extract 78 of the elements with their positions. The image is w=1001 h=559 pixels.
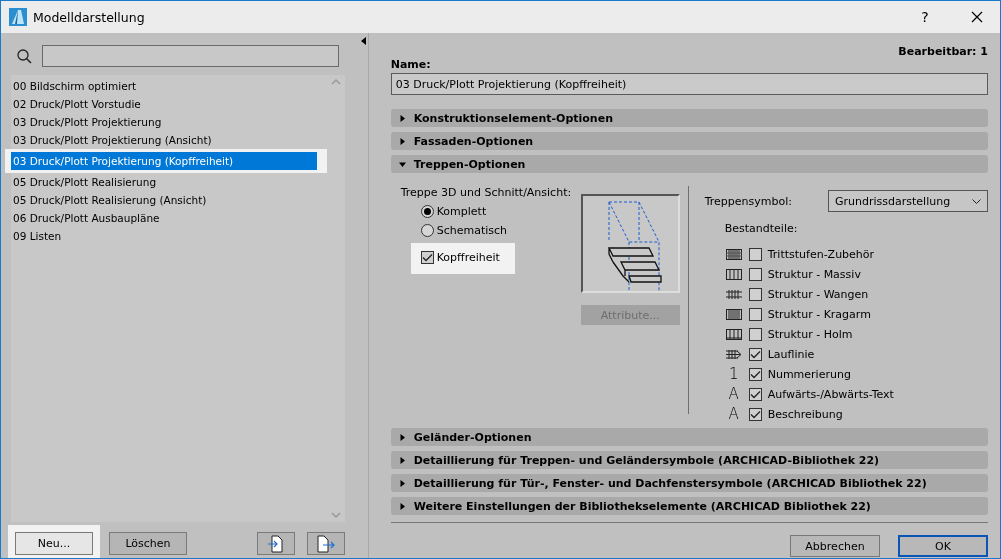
hatch-pattern-icon [725, 268, 742, 280]
checkbox[interactable] [748, 407, 762, 421]
hatch-pattern-icon [725, 248, 742, 260]
checkbox[interactable] [748, 287, 762, 301]
radio-button[interactable] [420, 205, 434, 218]
symbol-glyph: 1 [728, 367, 739, 381]
dialog-button[interactable]: OK [898, 535, 988, 557]
expand-arrow-icon [398, 502, 406, 510]
list-item[interactable]: 05 Druck/Plott Realisierung [11, 173, 323, 191]
expand-arrow-icon [398, 433, 406, 441]
checkbox-label: Kopffreiheit [436, 251, 500, 264]
list-item[interactable]: 02 Druck/Plott Vorstudie [11, 95, 323, 113]
name-label: Name: [390, 58, 432, 71]
section-header[interactable]: Detaillierung für Treppen- und Geländersymbole (ARCHICAD-Bibliothek 22) [390, 451, 988, 469]
checkbox[interactable] [748, 387, 762, 401]
symbol-glyph: A [728, 387, 739, 401]
components-label: Bestandteile: [724, 222, 799, 235]
list-item[interactable]: 03 Druck/Plott Projektierung [11, 113, 323, 131]
list-item[interactable]: 03 Druck/Plott Projektierung (Ansicht) [11, 131, 323, 149]
checkbox[interactable] [748, 307, 762, 321]
checkbox-label: Struktur - Holm [767, 327, 853, 341]
search-field[interactable] [42, 45, 339, 67]
checkbox[interactable] [748, 267, 762, 281]
name-field[interactable]: 03 Druck/Plott Projektierung (Kopffreiheit) [390, 73, 988, 95]
list-item[interactable]: 05 Druck/Plott Realisierung (Ansicht) [11, 191, 323, 209]
checkbox-label: Nummerierung [767, 367, 851, 381]
stair-3d-heading: Treppe 3D und Schnitt/Ansicht: [400, 186, 573, 199]
list-item[interactable]: 09 Listen [11, 227, 323, 245]
checkbox-label: Trittstufen-Zubehör [767, 247, 875, 261]
close-icon [971, 11, 983, 23]
expand-arrow-icon [398, 137, 406, 145]
radio-button[interactable] [420, 224, 434, 237]
checkbox[interactable] [748, 367, 762, 381]
checkbox-label: Lauflinie [767, 347, 815, 361]
section-header[interactable]: Fassaden-Optionen [390, 132, 988, 150]
radio-label: Schematisch [436, 224, 508, 237]
search-icon [17, 48, 32, 64]
hatch-pattern-icon [725, 288, 742, 300]
collapse-arrow-icon [398, 160, 406, 168]
expand-arrow-icon [398, 479, 406, 487]
window-title: Modelldarstellung [33, 9, 146, 25]
import-file-icon [267, 534, 284, 553]
export-button[interactable] [306, 532, 345, 555]
checkbox[interactable] [420, 251, 434, 264]
chevron-down-icon [972, 198, 981, 204]
list-item[interactable]: 00 Bildschirm optimiert [11, 77, 323, 95]
hatch-pattern-icon [725, 328, 742, 340]
section-header[interactable]: Konstruktionselement-Optionen [390, 109, 988, 127]
checkbox[interactable] [748, 347, 762, 361]
checkbox-label: Beschreibung [767, 407, 843, 421]
checkbox[interactable] [748, 247, 762, 261]
section-header[interactable]: Weitere Einstellungen der Bibliothekselemente (ARCHICAD Bibliothek 22) [390, 497, 988, 515]
help-button[interactable]: ? [902, 1, 948, 33]
stair-symbol-label: Treppensymbol: [704, 194, 792, 208]
import-button[interactable] [256, 532, 295, 555]
list-item[interactable]: 03 Druck/Plott Projektierung (Kopffreiheit) [11, 152, 317, 170]
list-item[interactable]: 06 Druck/Plott Ausbaupläne [11, 209, 323, 227]
checkbox[interactable] [748, 327, 762, 341]
stair-symbol-dropdown[interactable]: Grundrissdarstellung [828, 190, 988, 212]
list-action-button[interactable]: Löschen [109, 532, 187, 555]
expand-arrow-icon [398, 456, 406, 464]
editable-count: Bearbeitbar: 1 [898, 45, 988, 58]
radio-label: Komplett [436, 205, 487, 218]
section-header[interactable]: Treppen-Optionen [390, 155, 988, 173]
checkbox-label: Struktur - Wangen [767, 287, 869, 301]
symbol-glyph: A [728, 407, 739, 421]
section-header[interactable]: Detaillierung für Tür-, Fenster- und Dachfenstersymbole (ARCHICAD Bibliothek 22) [390, 474, 988, 492]
hatch-pattern-icon [725, 308, 742, 320]
expand-arrow-icon [398, 114, 406, 122]
checkbox-label: Struktur - Massiv [767, 267, 861, 281]
hatch-pattern-icon [725, 348, 742, 360]
checkbox-label: Struktur - Kragarm [767, 307, 871, 321]
dialog-button[interactable]: Abbrechen [790, 535, 880, 557]
export-file-icon [316, 534, 335, 553]
checkbox-label: Aufwärts-/Abwärts-Text [767, 387, 894, 401]
collapse-panel-icon[interactable] [360, 37, 366, 45]
app-logo-icon [9, 8, 27, 26]
section-header[interactable]: Geländer-Optionen [390, 428, 988, 446]
